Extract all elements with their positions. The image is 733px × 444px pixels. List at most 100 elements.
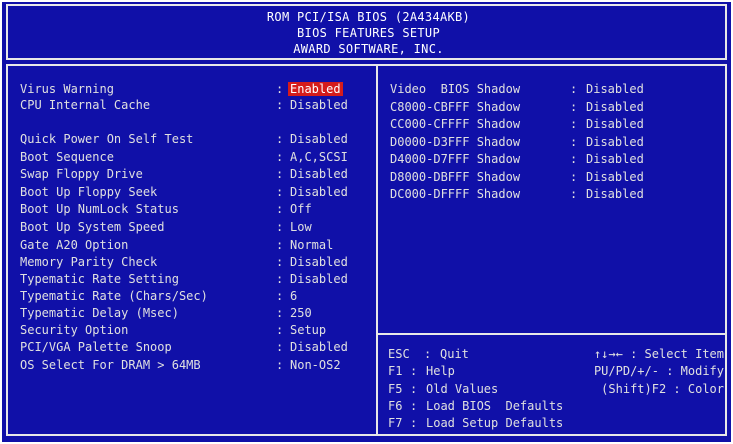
setting-row[interactable]: Typematic Rate Setting: Disabled [20, 272, 370, 290]
vendor-name: AWARD SOFTWARE, INC. [293, 42, 444, 56]
setting-label: Typematic Delay (Msec) [20, 306, 179, 320]
setting-separator: : [276, 238, 284, 252]
help-colon: : [410, 364, 418, 378]
setting-row[interactable]: OS Select For DRAM > 64MB: Non-OS2 [20, 358, 370, 376]
setting-row[interactable]: Typematic Delay (Msec):250 [20, 306, 370, 324]
setting-row[interactable]: Boot Up Floppy Seek: Disabled [20, 185, 370, 203]
shadow-label: CC000-CFFFF Shadow [390, 117, 521, 131]
setting-value[interactable]: A,C,SCSI [290, 150, 348, 164]
help-desc: Help [426, 364, 455, 378]
setting-separator: : [276, 98, 284, 112]
setting-label: Swap Floppy Drive [20, 167, 143, 181]
setting-row[interactable]: Swap Floppy Drive: Disabled [20, 167, 370, 185]
help-shortcut: (Shift)F2 : Color [601, 382, 724, 396]
setting-value[interactable]: Off [290, 202, 312, 216]
setting-separator: : [276, 82, 284, 96]
help-key-row: F5: Old Values (Shift)F2 : Color [388, 382, 724, 400]
setting-label: Typematic Rate (Chars/Sec) [20, 289, 208, 303]
help-desc: Load BIOS Defaults [426, 399, 564, 413]
setting-value[interactable]: Setup [290, 323, 326, 337]
shadow-row[interactable]: Video BIOS Shadow: Disabled [390, 82, 720, 100]
setting-label: Boot Sequence [20, 150, 114, 164]
shadow-row[interactable]: D0000-D3FFF Shadow: Disabled [390, 135, 720, 153]
setting-row[interactable]: Gate A20 Option: Normal [20, 238, 370, 256]
help-key-row: ESC: Quit ↑↓→← : Select Item [388, 347, 724, 365]
setting-separator: : [276, 185, 284, 199]
shadow-label: DC000-DFFFF Shadow [390, 187, 521, 201]
setting-separator: : [276, 255, 284, 269]
help-shortcut: ↑↓→← : Select Item [593, 347, 724, 361]
setting-row[interactable]: Boot Up System Speed: Low [20, 220, 370, 238]
setting-value[interactable]: Non-OS2 [290, 358, 341, 372]
setting-value[interactable]: Normal [290, 238, 333, 252]
setting-label: CPU Internal Cache [20, 98, 151, 112]
setting-value[interactable]: Disabled [290, 185, 348, 199]
shadow-label: D0000-D3FFF Shadow [390, 134, 521, 149]
setting-value[interactable]: Low [290, 220, 312, 234]
setting-value[interactable]: Disabled [290, 132, 348, 146]
shadow-value[interactable]: Disabled [586, 152, 644, 166]
shadow-value[interactable]: Disabled [586, 82, 644, 96]
setting-separator: : [276, 323, 284, 337]
setting-label: Typematic Rate Setting [20, 272, 179, 286]
setting-value[interactable]: 6 [290, 289, 297, 303]
help-key: F6 [388, 399, 403, 413]
setting-label: Boot Up System Speed [20, 220, 165, 234]
shadow-row[interactable]: D8000-DBFFF Shadow: Disabled [390, 170, 720, 188]
shadow-row[interactable]: DC000-DFFFF Shadow: Disabled [390, 187, 720, 205]
setting-value[interactable]: 250 [290, 306, 312, 320]
setting-label: Memory Parity Check [20, 255, 158, 269]
setting-value[interactable]: Disabled [290, 340, 348, 354]
header-frame: ROM PCI/ISA BIOS (2A434AKB) BIOS FEATURE… [6, 4, 727, 60]
setting-label: Boot Up Floppy Seek [20, 185, 158, 199]
bios-screen: ROM PCI/ISA BIOS (2A434AKB) BIOS FEATURE… [2, 2, 731, 442]
setting-row[interactable]: Boot Up NumLock Status: Off [20, 202, 370, 220]
help-desc: Load Setup Defaults [426, 416, 564, 430]
vertical-divider [376, 64, 378, 436]
setting-row[interactable]: Boot Sequence: A,C,SCSI [20, 150, 370, 168]
shadow-row[interactable]: C8000-CBFFF Shadow: Disabled [390, 100, 720, 118]
horizontal-divider [376, 333, 727, 335]
setting-row[interactable]: PCI/VGA Palette Snoop: Disabled [20, 340, 370, 358]
help-colon: : [410, 382, 418, 396]
setting-value[interactable]: Enabled [288, 82, 343, 96]
shadow-value[interactable]: Disabled [586, 170, 644, 184]
setting-separator: : [276, 340, 284, 354]
setting-label: Virus Warning [20, 82, 114, 96]
help-key: F7 [388, 416, 403, 430]
page-title: BIOS FEATURES SETUP [297, 26, 440, 40]
setting-row[interactable]: Quick Power On Self Test: Disabled [20, 132, 370, 150]
setting-separator: : [276, 202, 284, 216]
shadow-value[interactable]: Disabled [586, 117, 644, 131]
setting-value[interactable]: Disabled [290, 98, 348, 112]
shadow-value[interactable]: Disabled [586, 100, 644, 114]
help-colon: : [410, 399, 418, 413]
shadow-row[interactable]: D4000-D7FFF Shadow: Disabled [390, 152, 720, 170]
shadow-value[interactable]: Disabled [586, 135, 644, 149]
setting-label: OS Select For DRAM > 64MB [20, 358, 201, 372]
help-colon: : [410, 416, 418, 430]
help-colon: : [424, 347, 432, 361]
shadow-label: Video BIOS Shadow [390, 82, 521, 96]
help-key: F5 [388, 382, 403, 396]
shadow-row[interactable]: CC000-CFFFF Shadow: Disabled [390, 117, 720, 135]
setting-row[interactable]: Security Option: Setup [20, 323, 370, 341]
setting-row[interactable]: CPU Internal Cache: Disabled [20, 98, 370, 116]
setting-label: Boot Up NumLock Status [20, 202, 179, 216]
setting-separator: : [276, 150, 284, 164]
shadow-label: C8000-CBFFF Shadow [390, 99, 521, 114]
setting-value[interactable]: Disabled [290, 167, 348, 181]
setting-value[interactable]: Disabled [290, 255, 348, 269]
setting-separator: : [276, 220, 284, 234]
setting-label: Security Option [20, 323, 129, 337]
setting-row[interactable]: Memory Parity Check: Disabled [20, 255, 370, 273]
setting-separator: : [276, 167, 284, 181]
setting-row[interactable]: Typematic Rate (Chars/Sec):6 [20, 289, 370, 307]
help-key-row: F7: Load Setup Defaults [388, 416, 724, 434]
shadow-separator: : [570, 169, 578, 184]
setting-value[interactable]: Disabled [290, 272, 348, 286]
shadow-separator: : [570, 117, 578, 131]
help-key: F1 [388, 364, 403, 378]
setting-separator: : [276, 272, 284, 286]
shadow-value[interactable]: Disabled [586, 187, 644, 201]
